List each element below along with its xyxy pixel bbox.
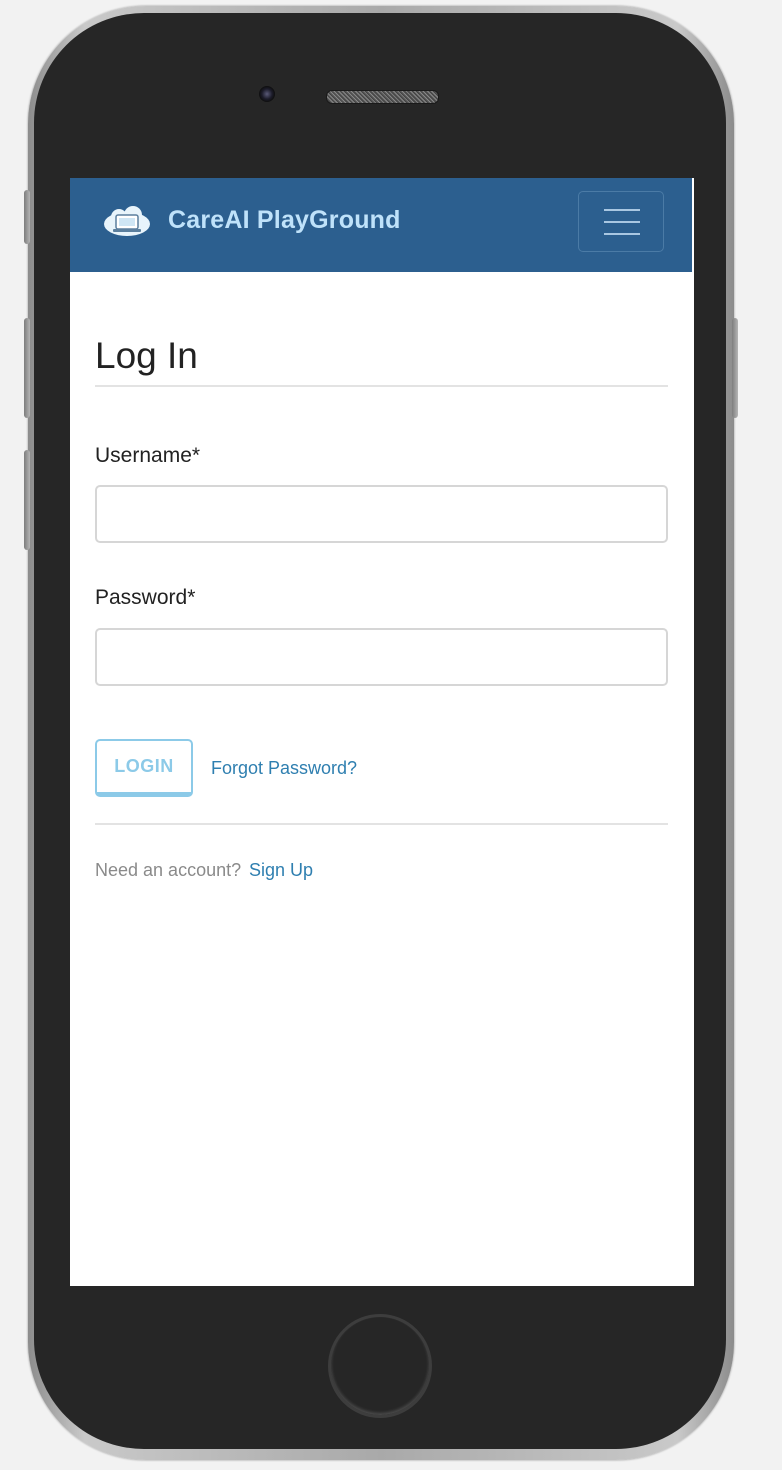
phone-screen: CareAI PlayGround Log In Username* Passw… xyxy=(70,178,694,1286)
password-label: Password* xyxy=(95,586,196,609)
navbar-toggle-button[interactable] xyxy=(578,191,664,252)
signup-link[interactable]: Sign Up xyxy=(249,859,313,881)
mute-switch xyxy=(24,190,30,244)
cloud-icon[interactable] xyxy=(102,204,152,240)
power-button xyxy=(732,318,738,418)
signup-prompt: Need an account? xyxy=(95,860,242,880)
forgot-password-link[interactable]: Forgot Password? xyxy=(211,757,357,779)
front-camera xyxy=(259,86,275,102)
volume-down-button xyxy=(24,450,30,550)
page-title: Log In xyxy=(95,335,198,376)
brand-name[interactable]: CareAI PlayGround xyxy=(168,204,401,236)
username-label: Username* xyxy=(95,444,201,467)
device-mockup: CareAI PlayGround Log In Username* Passw… xyxy=(0,0,782,1470)
top-navbar: CareAI PlayGround xyxy=(70,178,692,272)
title-divider xyxy=(95,385,668,387)
home-button[interactable] xyxy=(328,1314,432,1418)
earpiece-speaker xyxy=(326,90,439,104)
form-divider xyxy=(95,823,668,825)
username-field[interactable] xyxy=(95,485,668,543)
password-field[interactable] xyxy=(95,628,668,686)
login-button[interactable]: LOGIN xyxy=(95,739,193,797)
volume-up-button xyxy=(24,318,30,418)
